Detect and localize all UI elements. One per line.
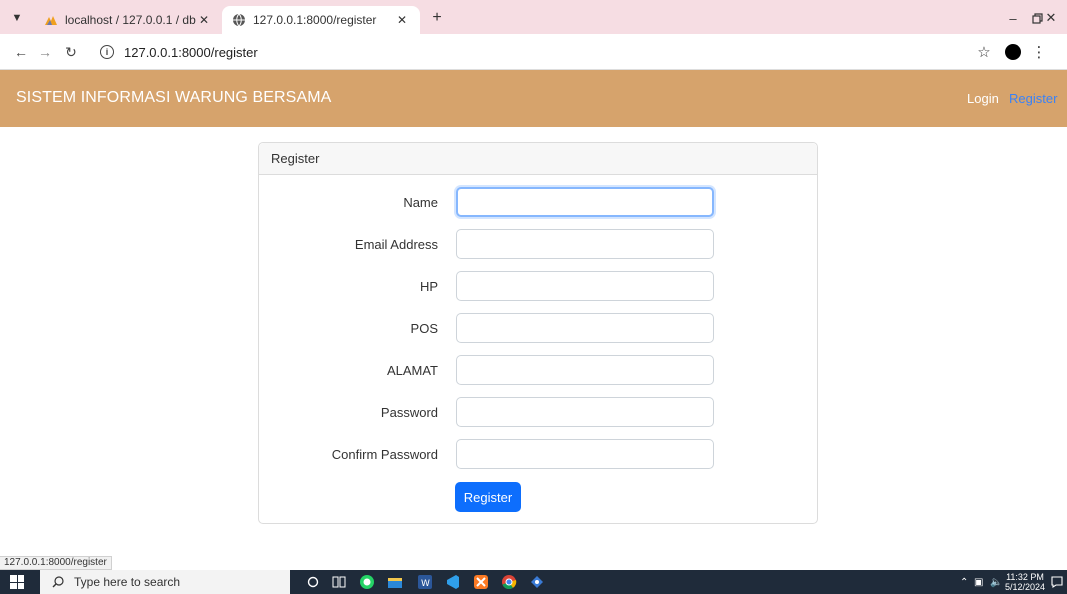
chrome-icon[interactable]	[500, 573, 518, 591]
svg-text:W: W	[421, 579, 430, 589]
vscode-icon[interactable]	[444, 573, 462, 591]
nav-login-link[interactable]: Login	[967, 91, 999, 106]
site-info-icon[interactable]: i	[100, 45, 114, 59]
name-label: Name	[403, 195, 438, 210]
windows-taskbar: Type here to search W ⌃ ▣ 🔈 11:32 PM 5/1…	[0, 570, 1067, 594]
menu-kebab-icon[interactable]: ⋮	[1030, 43, 1048, 61]
profile-avatar[interactable]	[1004, 43, 1022, 61]
clock-date: 5/12/2024	[1005, 582, 1046, 592]
clock-time: 11:32 PM	[1006, 572, 1044, 582]
phpmyadmin-icon	[44, 13, 58, 27]
form-row-email: Email Address	[259, 229, 819, 259]
taskbar-clock[interactable]: 11:32 PM 5/12/2024	[1005, 572, 1045, 592]
back-arrow-icon[interactable]: ←	[12, 43, 30, 61]
task-view-icon[interactable]	[330, 573, 348, 591]
alamat-input[interactable]	[456, 355, 714, 385]
confirm-password-input[interactable]	[456, 439, 714, 469]
taskbar-search-input[interactable]: Type here to search	[40, 570, 290, 594]
form-row-pos: POS	[259, 313, 819, 343]
email-label: Email Address	[354, 237, 438, 252]
register-submit-button[interactable]: Register	[455, 482, 521, 512]
tab-title: 127.0.0.1:8000/register	[253, 13, 377, 27]
status-url-bubble: 127.0.0.1:8000/register	[0, 556, 112, 570]
register-card: Register Name Email Address HP POS ALAMA…	[258, 142, 818, 524]
reload-icon[interactable]: ↻	[62, 43, 80, 61]
taskbar-search-placeholder: Type here to search	[74, 575, 181, 589]
cortana-icon[interactable]	[304, 573, 322, 591]
window-close-icon[interactable]: ✕	[1041, 8, 1061, 28]
file-explorer-icon[interactable]	[386, 573, 404, 591]
password-label: Password	[380, 405, 438, 420]
nav-register-link[interactable]: Register	[1009, 91, 1057, 106]
globe-icon	[232, 13, 246, 27]
tab-phpmyadmin[interactable]: localhost / 127.0.0.1 / dbpbwl_: ✕	[34, 6, 222, 34]
site-navbar: SISTEM INFORMASI WARUNG BERSAMA Login Re…	[0, 70, 1067, 127]
whatsapp-icon[interactable]	[358, 573, 376, 591]
tab-close-icon[interactable]: ✕	[394, 13, 410, 27]
address-bar[interactable]: i 127.0.0.1:8000/register	[100, 39, 1000, 65]
hp-label: HP	[419, 279, 438, 294]
search-icon	[52, 576, 64, 588]
confirm-password-label: Confirm Password	[331, 447, 438, 462]
form-row-confirm-password: Confirm Password	[259, 439, 819, 469]
word-icon[interactable]: W	[416, 573, 434, 591]
bookmark-star-icon[interactable]: ☆	[975, 43, 993, 61]
minimize-icon[interactable]: –	[1003, 8, 1023, 28]
browser-toolbar: ← → ↻ i 127.0.0.1:8000/register ☆ ⋮	[0, 34, 1067, 70]
tab-register[interactable]: 127.0.0.1:8000/register ✕	[222, 6, 420, 34]
browser-tab-strip: ▼ localhost / 127.0.0.1 / dbpbwl_: ✕ 127…	[0, 0, 1067, 34]
tray-volume-icon[interactable]: 🔈	[990, 570, 1002, 594]
site-brand[interactable]: SISTEM INFORMASI WARUNG BERSAMA	[16, 89, 331, 107]
address-text: 127.0.0.1:8000/register	[124, 44, 258, 60]
pos-label: POS	[410, 321, 438, 336]
pos-input[interactable]	[456, 313, 714, 343]
hp-input[interactable]	[456, 271, 714, 301]
form-row-hp: HP	[259, 271, 819, 301]
tab-close-icon[interactable]: ✕	[196, 13, 212, 27]
form-row-alamat: ALAMAT	[259, 355, 819, 385]
tray-network-icon[interactable]: ▣	[974, 570, 983, 594]
tray-chevron-icon[interactable]: ⌃	[960, 570, 968, 594]
xampp-icon[interactable]	[472, 573, 490, 591]
forward-arrow-icon[interactable]: →	[36, 43, 54, 61]
alamat-label: ALAMAT	[386, 363, 438, 378]
windows-start-icon[interactable]	[10, 575, 24, 589]
vscode-alt-icon[interactable]	[528, 573, 546, 591]
password-input[interactable]	[456, 397, 714, 427]
new-tab-plus-icon[interactable]: +	[428, 9, 446, 27]
tab-search-chevron-icon[interactable]: ▼	[8, 9, 26, 27]
card-header: Register	[259, 143, 817, 175]
name-input[interactable]	[456, 187, 714, 217]
tab-title: localhost / 127.0.0.1 / dbpbwl_:	[65, 13, 196, 27]
form-row-name: Name	[259, 187, 819, 217]
email-input[interactable]	[456, 229, 714, 259]
form-row-password: Password	[259, 397, 819, 427]
notification-center-icon[interactable]	[1050, 575, 1064, 589]
